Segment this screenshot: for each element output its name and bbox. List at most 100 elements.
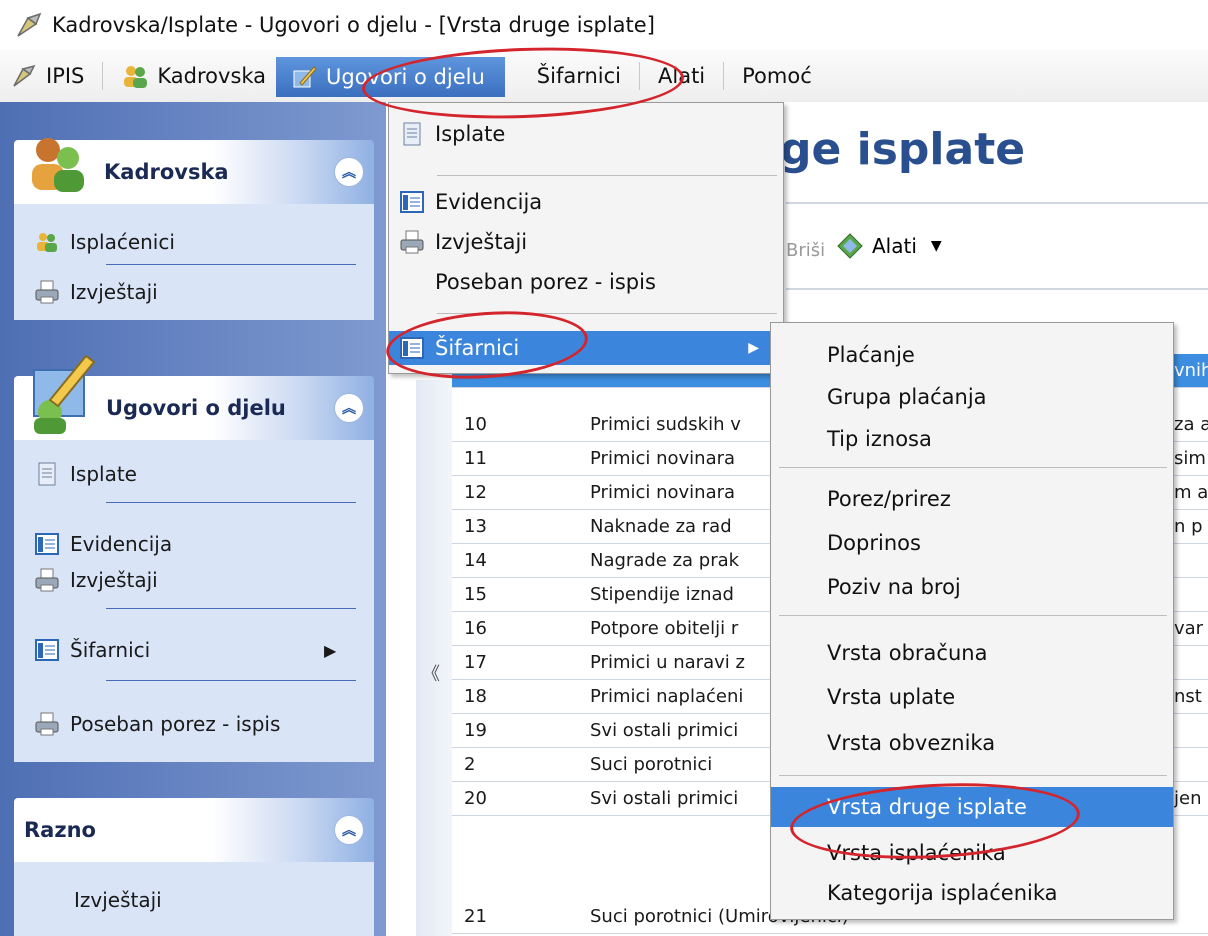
submenu-item-porez-prirez[interactable]: Porez/prirez [771,481,1173,517]
dropdown-separator [437,175,777,176]
cell-id: 14 [464,550,487,571]
menu-separator [639,62,640,90]
dropdown-item-poseban-porez[interactable]: Poseban porez - ispis [389,265,783,299]
cell-name: Primici naplaćeni [590,686,744,707]
cell-name: Svi ostali primici [590,788,739,809]
submenu-arrow-icon: ▶ [748,340,759,356]
dropdown-item-sifarnici[interactable]: Šifarnici ▶ [389,331,783,365]
submenu-separator [779,775,1167,776]
menu-ugovori-label: Ugovori o djelu [326,65,485,89]
submenu-item-label: Vrsta obveznika [827,731,996,755]
dropdown-item-evidencija[interactable]: Evidencija [389,185,783,219]
nav-item-label: Evidencija [70,532,173,556]
cell-id: 10 [464,414,487,435]
submenu-item-label: Tip iznosa [827,427,932,451]
contract-icon [293,66,317,88]
nav-item-poseban-porez[interactable]: Poseban porez - ispis [34,706,280,742]
submenu-item-vrsta-isplacenika[interactable]: Vrsta isplaćenika [771,835,1173,871]
left-navigation: Kadrovska ︽ Isplaćenici Izvještaji Ugovo… [0,102,386,936]
nav-item-izvjestaji[interactable]: Izvještaji [74,882,162,918]
nav-item-isplacenici[interactable]: Isplaćenici [34,224,175,260]
nav-item-sifarnici[interactable]: Šifarnici ▶ [34,632,336,668]
menu-kadrovska-label: Kadrovska [157,64,267,88]
group-title: Ugovori o djelu [106,396,286,420]
toolbar-divider [786,202,1208,204]
nav-item-label: Isplaćenici [70,230,175,254]
submenu-item-label: Vrsta uplate [827,685,956,709]
group-header-razno[interactable]: Razno ︽ [14,798,374,862]
submenu-item-placanje[interactable]: Plaćanje [771,337,1173,373]
menu-ipis[interactable]: IPIS [0,50,94,102]
group-header-kadrovska[interactable]: Kadrovska ︽ [14,138,374,204]
submenu-item-tip-iznosa[interactable]: Tip iznosa [771,421,1173,457]
dropdown-item-label: Isplate [435,122,506,146]
menu-pomoc[interactable]: Pomoć [732,50,822,102]
ugovori-dropdown-menu: Isplate Evidencija Izvještaji Poseban po… [388,102,784,374]
window-title: Kadrovska/Isplate - Ugovori o djelu - [V… [52,13,655,37]
cell-name: Naknade za rad [590,516,732,537]
dropdown-item-izvjestaji[interactable]: Izvještaji [389,225,783,259]
cell-extra: jen [1174,788,1202,809]
menu-sifarnici[interactable]: Šifarnici [527,50,631,102]
list-icon [400,191,424,213]
submenu-separator [779,615,1167,616]
submenu-item-vrsta-obracuna[interactable]: Vrsta obračuna [771,635,1173,671]
submenu-item-vrsta-obveznika[interactable]: Vrsta obveznika [771,725,1173,761]
printer-icon [35,280,59,304]
menu-alati[interactable]: Alati [648,50,715,102]
cell-name: Primici novinara [590,448,736,469]
chevron-down-icon[interactable]: ▼ [931,238,942,254]
printer-icon [35,568,59,592]
submenu-item-label: Vrsta obračuna [827,641,988,665]
nav-item-evidencija[interactable]: Evidencija [34,526,172,562]
collapse-icon[interactable]: ︽ [334,393,364,423]
submenu-item-vrsta-druge-isplate[interactable]: Vrsta druge isplate [771,787,1173,827]
group-title: Razno [24,818,96,842]
group-header-ugovori[interactable]: Ugovori o djelu ︽ [14,354,374,440]
submenu-arrow-icon: ▶ [324,640,337,660]
nav-item-izvjestaji[interactable]: Izvještaji [34,274,158,310]
cell-id: 21 [464,906,487,927]
menu-separator [102,62,104,90]
delete-button[interactable]: Briši [786,240,825,261]
cell-name: Nagrade za prak [590,550,740,571]
dropdown-item-label: Šifarnici [435,336,520,360]
submenu-item-poziv-na-broj[interactable]: Poziv na broj [771,569,1173,605]
collapse-icon[interactable]: ︽ [334,815,364,845]
cell-id: 18 [464,686,487,707]
nav-divider [106,680,356,681]
tools-button[interactable]: Alati ▼ [836,232,942,260]
users-icon [32,138,84,192]
submenu-item-grupa-placanja[interactable]: Grupa plaćanja [771,379,1173,415]
list-icon [35,639,59,661]
nav-divider [106,502,356,503]
submenu-item-label: Poziv na broj [827,575,961,599]
printer-icon [400,230,424,254]
collapse-left-icon[interactable]: 《 [422,660,440,686]
cell-name: Stipendije iznad [590,584,734,605]
page-title: ge isplate [780,124,1026,175]
submenu-item-label: Porez/prirez [827,487,951,511]
cell-id: 15 [464,584,487,605]
cell-name: Suci porotnici [590,754,713,775]
collapse-icon[interactable]: ︽ [334,157,364,187]
menu-ugovori-o-djelu[interactable]: Ugovori o djelu [276,57,505,97]
tools-label: Alati [872,234,917,258]
cell-extra: m a [1174,482,1208,503]
nav-item-isplate[interactable]: Isplate [34,456,137,492]
dropdown-item-label: Izvještaji [435,230,528,254]
nav-divider [106,608,356,609]
submenu-item-label: Plaćanje [827,343,915,367]
submenu-item-vrsta-uplate[interactable]: Vrsta uplate [771,679,1173,715]
document-icon [403,122,421,146]
cell-name: Primici novinara [590,482,736,503]
submenu-item-doprinos[interactable]: Doprinos [771,525,1173,561]
dropdown-item-isplate[interactable]: Isplate [389,117,783,151]
submenu-item-kategorija-isplacenika[interactable]: Kategorija isplaćenika [771,875,1173,911]
cell-id: 17 [464,652,487,673]
sifarnici-submenu: Plaćanje Grupa plaćanja Tip iznosa Porez… [770,322,1174,920]
menu-bar: IPIS Kadrovska Ugovori o djelu Šifarnici… [0,50,1208,102]
menu-kadrovska[interactable]: Kadrovska [111,50,276,102]
menu-ipis-label: IPIS [46,64,85,88]
nav-item-izvjestaji[interactable]: Izvještaji [34,562,158,598]
